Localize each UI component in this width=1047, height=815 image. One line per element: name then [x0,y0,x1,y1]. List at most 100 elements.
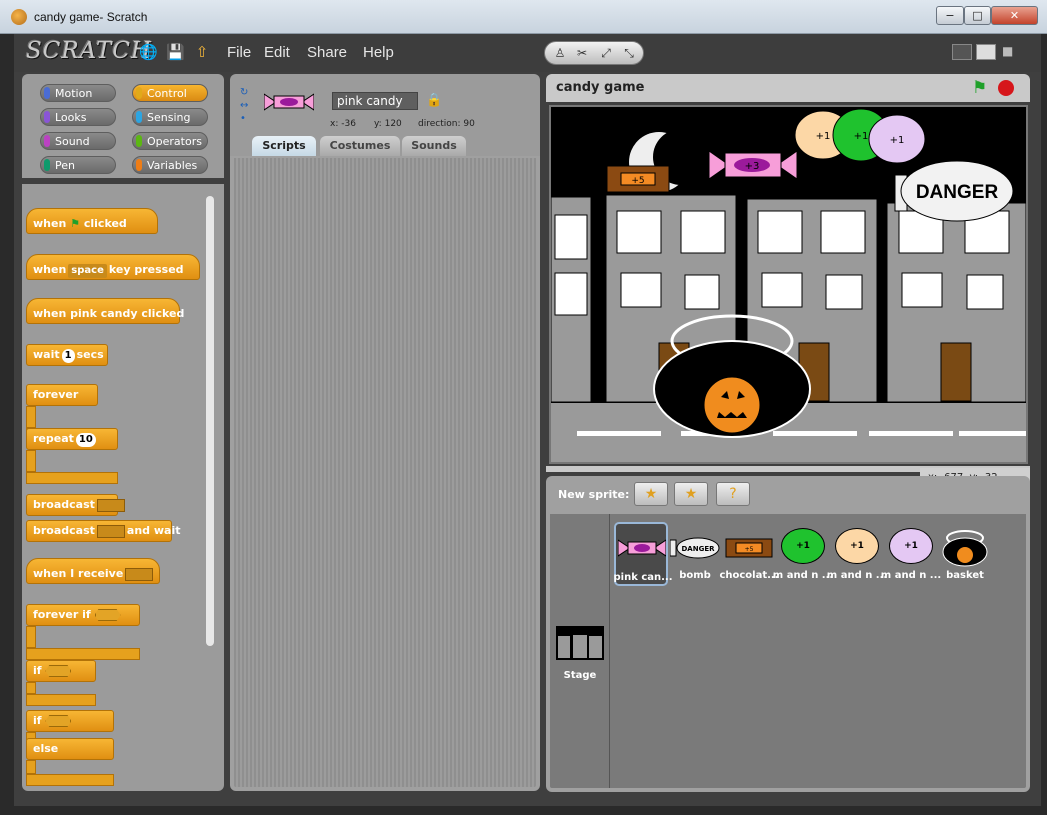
if-else-condition[interactable] [45,715,72,727]
tab-sounds[interactable]: Sounds [402,136,466,156]
sprite-thumb-basket[interactable]: basket [938,522,992,586]
shrink-icon[interactable]: ⤡ [618,45,640,61]
stop-sign-icon[interactable] [998,80,1014,96]
forever-if-bottom [26,648,140,660]
tab-scripts[interactable]: Scripts [252,136,316,156]
menu-file[interactable]: File [227,44,251,61]
small-stage-view-icon[interactable] [952,44,972,60]
sprite-thumb-chocolate[interactable]: +5 chocolat... [719,522,779,586]
delete-scissors-icon[interactable]: ✂ [571,45,593,61]
menu-share[interactable]: Share [307,44,347,61]
block-when-i-receive[interactable]: when I receive [26,558,160,584]
category-panel: Motion Control Looks Sensing Sound Opera… [22,74,224,178]
lock-icon[interactable]: 🔒 [426,93,442,108]
wait-input[interactable]: 1 [61,349,75,363]
category-control[interactable]: Control [132,84,208,102]
block-forever-if[interactable]: forever if [26,604,140,626]
globe-icon[interactable]: 🌐 [139,43,158,61]
stage-scene: +5 +3 +1 +1 +1 DANGER [551,108,1026,462]
if-else-bottom [26,774,114,786]
repeat-bottom [26,472,118,484]
if-condition[interactable] [45,665,72,677]
green-flag-icon: ⚑ [70,217,81,230]
if-bottom [26,694,96,706]
category-motion[interactable]: Motion [40,84,116,102]
paint-new-sprite-button[interactable]: ★ [634,482,668,506]
sprite-thumb-mm-purple[interactable]: +1 m and n ... [881,522,941,586]
sprite-thumb-bomb[interactable]: DANGER bomb [668,522,722,586]
title-bar[interactable]: candy game- Scratch − □ ✕ [0,0,1047,34]
key-dropdown[interactable]: space [68,264,107,278]
forever-if-mouth [26,626,36,648]
block-when-flag-clicked[interactable]: when ⚑ clicked [26,208,158,234]
if-else-mouth-bottom [26,760,36,774]
block-broadcast-and-wait[interactable]: broadcast and wait [26,520,180,542]
choose-sprite-from-file-button[interactable]: ★ [674,482,708,506]
block-palette: when ⚑ clicked when space key pressed when… [22,184,224,791]
svg-text:+5: +5 [745,546,754,553]
sprite-thumb-pink-candy[interactable]: pink can... [613,522,673,586]
duplicate-stamp-icon[interactable]: ♙ [549,45,571,61]
tab-costumes[interactable]: Costumes [320,136,400,156]
block-forever[interactable]: forever [26,384,98,406]
scratch-logo: SCRATCH [26,38,153,64]
block-if-else[interactable]: if [26,710,114,732]
project-title: candy game [556,80,645,95]
new-sprite-bar: New sprite: ★ ★ ? [546,476,1030,510]
close-button[interactable]: ✕ [991,6,1038,25]
chocolate-label: +5 [631,176,644,186]
menu-help[interactable]: Help [363,44,394,61]
menu-edit[interactable]: Edit [264,44,290,61]
else-label-block: else [26,738,114,760]
rotation-style-icons[interactable]: ↻ ↔ • [240,86,252,126]
sprite-name-field[interactable]: pink candy [332,92,418,110]
palette-scrollbar[interactable] [206,196,214,646]
sprite-thumb-mm-green[interactable]: +1 m and n ... [773,522,833,586]
share-icon[interactable]: ⇧ [193,43,211,61]
svg-text:+1: +1 [890,135,905,146]
block-if[interactable]: if [26,660,96,682]
category-variables[interactable]: Variables [132,156,208,174]
stage-header: candy game ⚑ [546,74,1030,102]
category-sound[interactable]: Sound [40,132,116,150]
menu-bar: SCRATCH 🌐 💾 ⇧ File Edit Share Help ♙ ✂ ⤢… [14,34,1041,72]
receive-dropdown[interactable] [125,567,154,581]
broadcast-dropdown[interactable] [96,498,125,512]
minimize-button[interactable]: − [936,6,964,25]
sprite-thumb-mm-orange[interactable]: +1 m and n ... [827,522,887,586]
repeat-mouth [26,450,36,472]
block-wait-secs[interactable]: wait 1 secs [26,344,108,366]
category-looks[interactable]: Looks [40,108,116,126]
sprite-y-readout: y: 120 [374,119,402,129]
scripts-area[interactable] [230,156,540,791]
sprite-list: Stage pink can... DANGER bomb +5 chocola… [546,510,1030,792]
category-operators[interactable]: Operators [132,132,208,150]
repeat-input[interactable]: 10 [75,433,96,447]
sprite-tools: ♙ ✂ ⤢ ⤡ [544,41,644,65]
sprite-x-readout: x: -36 [330,119,356,129]
save-icon[interactable]: 💾 [166,43,185,61]
sprite-direction-readout: direction: 90 [418,119,475,129]
stage-thumbnail[interactable]: Stage [553,622,607,686]
block-when-key-pressed[interactable]: when space key pressed [26,254,200,280]
surprise-sprite-button[interactable]: ? [716,482,750,506]
green-flag-icon[interactable]: ⚑ [972,78,987,98]
stage-canvas[interactable]: +5 +3 +1 +1 +1 DANGER [549,105,1028,464]
block-when-sprite-clicked[interactable]: when pink candy clicked [26,298,184,324]
scratch-window: candy game- Scratch − □ ✕ SCRATCH 🌐 💾 ⇧ … [0,0,1047,815]
category-sensing[interactable]: Sensing [132,108,208,126]
grow-icon[interactable]: ⤢ [595,45,617,61]
scratch-cat-icon [11,9,27,25]
block-broadcast[interactable]: broadcast [26,494,125,516]
block-repeat[interactable]: repeat 10 [26,428,118,450]
maximize-button[interactable]: □ [964,6,991,25]
if-mouth [26,682,36,694]
normal-stage-view-icon[interactable] [976,44,996,60]
broadcast-wait-dropdown[interactable] [96,524,125,538]
stage-column: Stage [550,514,610,788]
presentation-mode-icon[interactable]: ■ [1002,44,1022,60]
category-pen[interactable]: Pen [40,156,116,174]
candy-label: +3 [745,161,760,172]
forever-if-condition[interactable] [94,609,121,621]
sprite-thumbnail-candy [264,93,314,111]
